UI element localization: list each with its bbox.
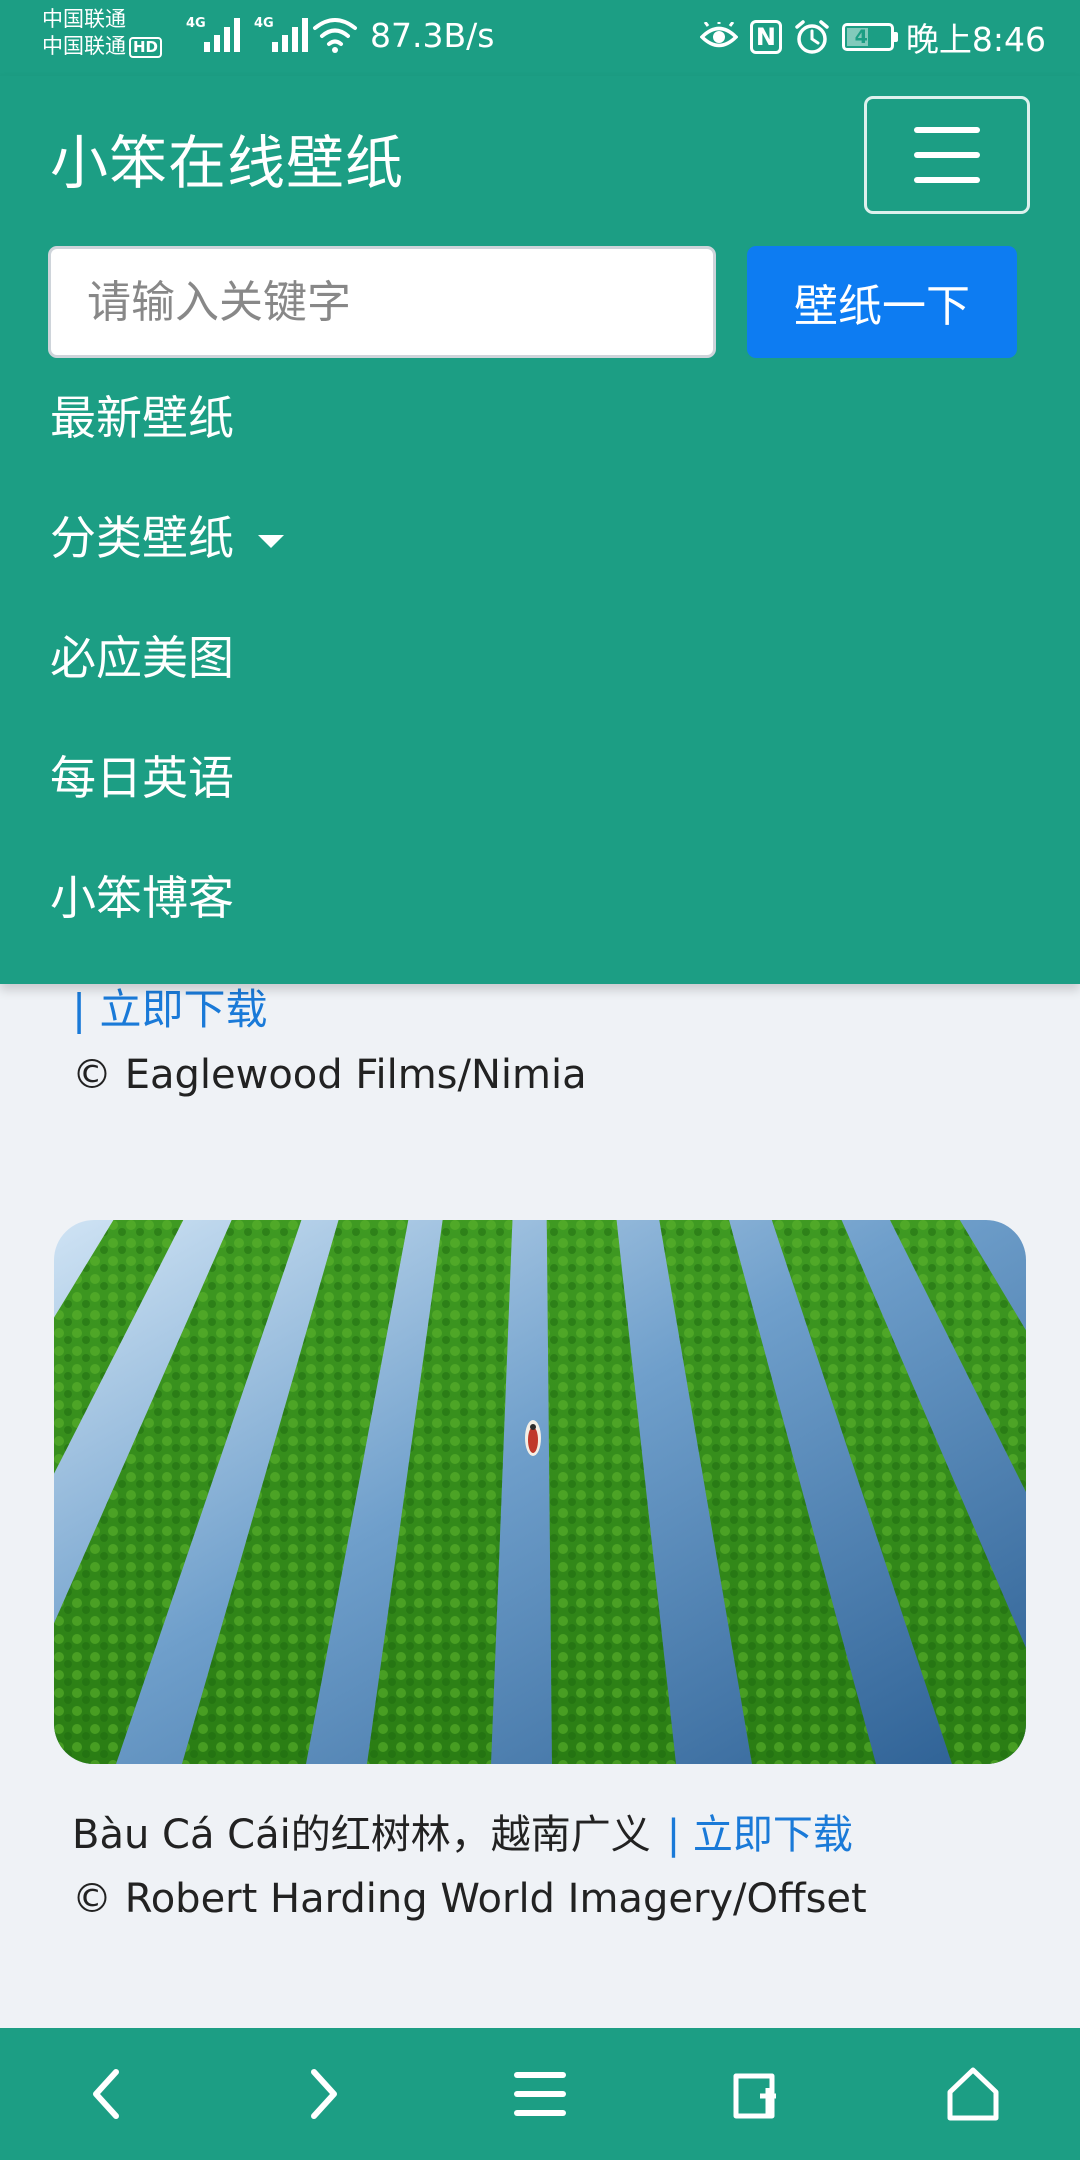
navbar: 小笨在线壁纸 壁纸一下 最新壁纸 分类壁纸 必应美图 每日英语 小笨博客 — [0, 76, 1080, 984]
wifi-icon — [313, 18, 357, 53]
wallpaper-caption: Bàu Cá Cái的红树林，越南广义 | 立即下载 — [72, 1802, 853, 1860]
boat-icon — [525, 1420, 541, 1456]
carrier-2-label: 中国联通 — [42, 34, 126, 58]
home-icon — [947, 2067, 999, 2121]
tabs-icon — [733, 2073, 776, 2119]
status-bar: 中国联通 中国联通 HD 4G 4G 87.3B/s N 46 晚上8:46 — [0, 0, 1080, 76]
nav-item-label: 最新壁纸 — [50, 391, 234, 445]
site-brand[interactable]: 小笨在线壁纸 — [50, 116, 404, 200]
search-input[interactable] — [48, 246, 716, 358]
menu-icon — [514, 2072, 566, 2116]
nav-item-categories[interactable]: 分类壁纸 — [50, 508, 284, 568]
forward-button[interactable] — [288, 2062, 358, 2126]
hamburger-icon — [914, 127, 980, 183]
carrier-2-row: 中国联通 HD — [42, 33, 163, 60]
alarm-icon — [794, 19, 830, 55]
forward-arrow-icon — [311, 2069, 337, 2119]
browser-bottom-bar — [0, 2028, 1080, 2160]
tabs-button[interactable] — [722, 2062, 792, 2126]
caret-down-icon — [258, 535, 284, 548]
eye-icon — [699, 22, 738, 52]
partial-card-caption: | 立即下载 — [72, 976, 268, 1037]
nav-item-daily-english[interactable]: 每日英语 — [50, 748, 234, 808]
hd-badge: HD — [129, 37, 163, 58]
download-link[interactable]: | 立即下载 — [667, 1812, 853, 1858]
wallpaper-image[interactable] — [54, 1220, 1026, 1764]
nav-item-latest[interactable]: 最新壁纸 — [50, 388, 234, 448]
image-credit: © Eaglewood Films/Nimia — [72, 1052, 587, 1098]
menu-button[interactable] — [505, 2062, 575, 2126]
status-right-group: N 46 晚上8:46 — [688, 16, 1046, 59]
nav-item-blog[interactable]: 小笨博客 — [50, 868, 234, 928]
image-credit: © Robert Harding World Imagery/Offset — [72, 1876, 867, 1922]
nav-item-label: 每日英语 — [50, 751, 234, 805]
nfc-icon: N — [749, 20, 782, 54]
clock: 晚上8:46 — [905, 20, 1046, 59]
net-speed: 87.3B/s — [370, 16, 495, 55]
download-link[interactable]: | 立即下载 — [72, 985, 268, 1034]
carrier-1-label: 中国联通 — [42, 7, 126, 31]
nav-item-label: 分类壁纸 — [50, 511, 234, 565]
nav-item-label: 小笨博客 — [50, 871, 234, 925]
nav-item-bing[interactable]: 必应美图 — [50, 628, 234, 688]
signal-gen-2-label: 4G — [254, 16, 274, 31]
battery-icon: 46 — [841, 23, 898, 51]
battery-level: 46 — [854, 26, 882, 48]
caption-text: Bàu Cá Cái的红树林，越南广义 — [72, 1812, 651, 1858]
carrier-info: 中国联通 中国联通 HD — [42, 6, 163, 60]
menu-toggle-button[interactable] — [864, 96, 1030, 214]
search-button[interactable]: 壁纸一下 — [747, 246, 1017, 358]
back-arrow-icon — [93, 2069, 119, 2119]
signal-gen-1-label: 4G — [186, 16, 206, 31]
back-button[interactable] — [72, 2062, 142, 2126]
home-button[interactable] — [938, 2062, 1008, 2126]
nav-item-label: 必应美图 — [50, 631, 234, 685]
